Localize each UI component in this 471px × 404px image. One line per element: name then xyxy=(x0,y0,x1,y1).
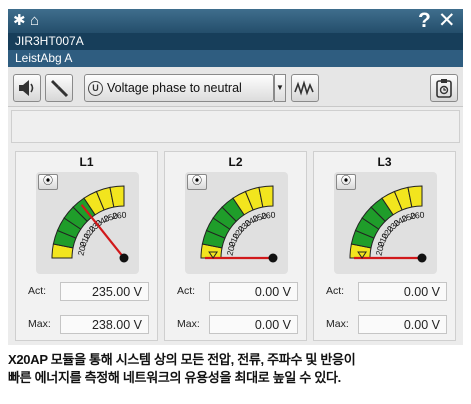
home-icon[interactable]: ⌂ xyxy=(30,11,39,31)
scale-label: 260 xyxy=(112,209,127,221)
act-value: 235.00 V xyxy=(60,282,149,301)
phase-title: L3 xyxy=(377,155,392,169)
voltage-gauge: ⦿ 200 210 220 230 240 250 260 xyxy=(334,172,437,274)
dropdown-value: Voltage phase to neutral xyxy=(107,81,242,95)
phase-panel-l3: L3 ⦿ 200 210 220 230 240 250 260 Act: 0.00 V M… xyxy=(313,151,456,341)
waveform-icon xyxy=(294,80,314,96)
caption: X20AP 모듈을 통해 시스템 상의 모든 전압, 전류, 주파수 및 반응이… xyxy=(8,351,468,387)
max-label: Max: xyxy=(326,318,349,330)
max-label: Max: xyxy=(28,318,51,330)
close-button[interactable]: ✕ xyxy=(438,9,456,33)
act-value: 0.00 V xyxy=(209,282,298,301)
act-label: Act: xyxy=(326,285,345,297)
caption-line-2: 빠른 에너지를 측정해 네트워크의 유용성을 최대로 높일 수 있다. xyxy=(8,370,341,385)
voltage-icon: U xyxy=(88,81,103,96)
gauge-pivot xyxy=(268,253,278,263)
measurement-dropdown[interactable]: U Voltage phase to neutral xyxy=(84,74,274,102)
toolbar: U Voltage phase to neutral ▼ xyxy=(8,67,463,107)
voltage-gauge: ⦿ 200 210 220 230 240 250 260 xyxy=(185,172,288,274)
max-value: 0.00 V xyxy=(358,315,447,334)
speaker-icon xyxy=(19,80,34,96)
clipboard-button[interactable] xyxy=(430,74,458,102)
phase-panel-l2: L2 ⦿ 200 210 220 230 240 250 260 Act: 0.00 V M… xyxy=(164,151,307,341)
pin-icon[interactable]: ✱ xyxy=(13,11,26,31)
act-label: Act: xyxy=(177,285,196,297)
gauge-dial: 200210220230240250260 xyxy=(349,185,427,263)
waveform-button[interactable] xyxy=(291,74,319,102)
help-button[interactable]: ? xyxy=(418,9,431,33)
gauge-dial: 200210220230240250260 xyxy=(200,185,278,263)
scale-label: 260 xyxy=(410,209,425,221)
caption-line-1: X20AP 모듈을 통해 시스템 상의 모든 전압, 전류, 주파수 및 반응이 xyxy=(8,352,356,367)
phase-title: L2 xyxy=(228,155,243,169)
tools-icon xyxy=(51,80,69,98)
module-name: LeistAbg A xyxy=(8,50,463,67)
device-id: JIR3HT007A xyxy=(8,33,463,50)
act-value: 0.00 V xyxy=(358,282,447,301)
gauge-dial: 200210220230240250260 xyxy=(51,185,129,263)
gauge-pivot xyxy=(119,253,129,263)
voltage-gauge: ⦿ 200 210 220 230 240 250 260 xyxy=(36,172,139,274)
max-label: Max: xyxy=(177,318,200,330)
max-value: 238.00 V xyxy=(60,315,149,334)
gauge-pivot xyxy=(417,253,427,263)
speaker-button[interactable] xyxy=(13,74,41,102)
tools-button[interactable] xyxy=(45,74,73,102)
phase-panel-l1: L1 ⦿ 200 210 220 230 240 250 260 Act: 235.00 V… xyxy=(15,151,158,341)
clipboard-icon xyxy=(436,79,452,98)
message-bar xyxy=(11,110,460,143)
max-value: 0.00 V xyxy=(209,315,298,334)
title-bar: ✱ ⌂ ? ✕ xyxy=(8,9,463,33)
act-label: Act: xyxy=(28,285,47,297)
dropdown-arrow[interactable]: ▼ xyxy=(274,74,286,102)
phase-panels: L1 ⦿ 200 210 220 230 240 250 260 Act: 235.00 V… xyxy=(8,107,463,345)
scale-label: 260 xyxy=(261,209,276,221)
phase-title: L1 xyxy=(79,155,94,169)
